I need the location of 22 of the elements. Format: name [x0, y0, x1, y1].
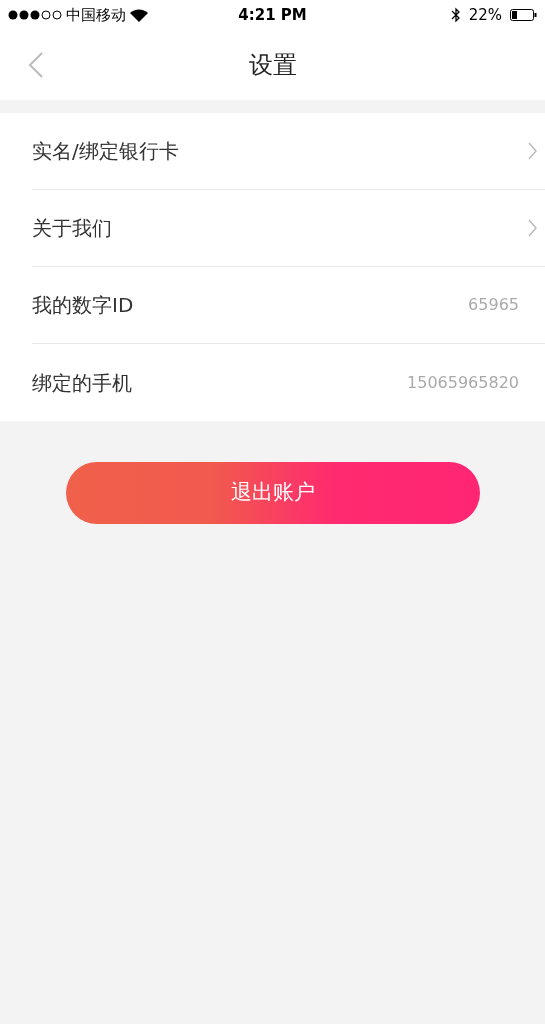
status-time: 4:21 PM	[238, 5, 307, 24]
row-value: 65965	[468, 294, 519, 316]
bluetooth-icon	[450, 7, 461, 23]
settings-row[interactable]: 绑定的手机 15065965820	[32, 344, 545, 421]
settings-row[interactable]: 关于我们	[32, 190, 545, 267]
back-button[interactable]	[28, 52, 44, 78]
row-label: 绑定的手机	[32, 369, 133, 397]
battery-icon	[510, 9, 537, 21]
chevron-icon	[528, 219, 537, 237]
signal-icon	[8, 10, 62, 20]
page-title: 设置	[248, 50, 297, 81]
logout-button[interactable]: 退出账户	[65, 462, 480, 524]
row-value: 15065965820	[407, 371, 519, 394]
row-label: 我的数字ID	[32, 292, 135, 319]
row-label: 实名/绑定银行卡	[32, 138, 180, 165]
battery-percent: 22%	[468, 4, 502, 26]
chevron-icon	[528, 142, 537, 160]
wifi-icon	[130, 8, 148, 22]
settings-row[interactable]: 实名/绑定银行卡	[32, 113, 545, 190]
carrier-name: 中国移动	[66, 4, 126, 26]
row-label: 关于我们	[32, 215, 113, 242]
settings-row[interactable]: 我的数字ID 65965	[32, 267, 545, 344]
